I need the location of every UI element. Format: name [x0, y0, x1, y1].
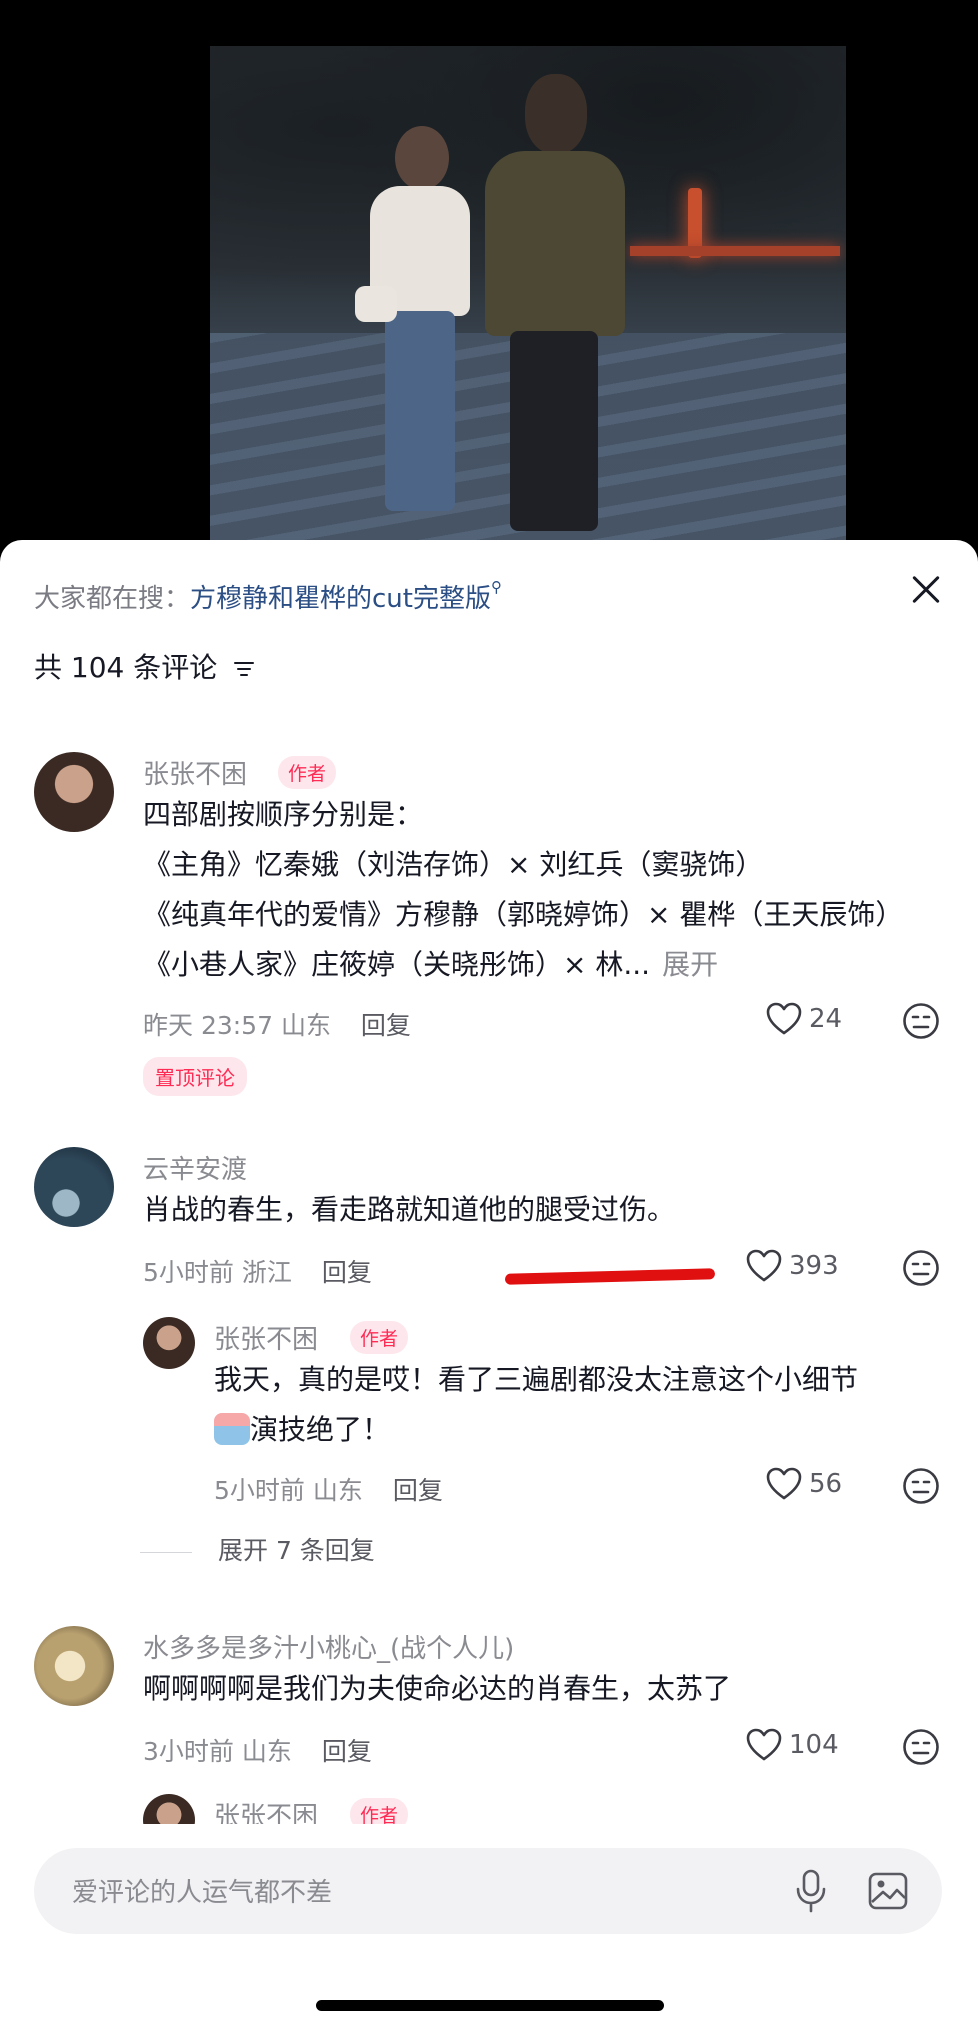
reply-meta: 5小时前 山东 回复 [214, 1471, 443, 1507]
comment-meta: 3小时前 山东 回复 [143, 1732, 372, 1768]
author-badge: 作者 [350, 1321, 409, 1354]
reply-button[interactable]: 回复 [393, 1476, 443, 1505]
reply-text-line: 我天，真的是哎！看了三遍剧都没太注意这个小细节 [214, 1363, 859, 1396]
comment-author[interactable]: 张张不困 [143, 754, 247, 791]
man-head [525, 74, 587, 154]
comment-sheet: 大家都在搜：方穆静和瞿桦的cut完整版⚲ 共 104 条评论 张张不困 作者 四… [0, 540, 978, 2028]
comment-text-line: 《主角》忆秦娥（刘浩存饰）× 刘红兵（窦骁饰） [143, 848, 764, 881]
comment-text: 肖战的春生，看走路就知道他的腿受过伤。 [143, 1193, 676, 1226]
like-button[interactable]: 393 [745, 1249, 839, 1283]
search-suggestion-query[interactable]: 方穆静和瞿桦的cut完整版 [190, 584, 491, 614]
expand-replies-button[interactable]: 展开 7 条回复 [140, 1531, 375, 1567]
comment-author[interactable]: 水多多是多汁小桃心_(战个人儿) [143, 1628, 514, 1665]
reply-time: 5小时前 [214, 1476, 305, 1505]
comment-meta: 5小时前 浙江 回复 [143, 1253, 372, 1289]
emoji-react-icon[interactable] [902, 1249, 940, 1287]
author-badge: 作者 [278, 756, 337, 789]
emoji-react-icon[interactable] [902, 1728, 940, 1766]
heart-icon [766, 1467, 802, 1500]
home-indicator[interactable] [316, 2000, 664, 2011]
reply-avatar[interactable] [143, 1794, 195, 1824]
comment-time: 昨天 23:57 [143, 1011, 273, 1040]
heart-icon [766, 1002, 802, 1035]
search-suggestion[interactable]: 大家都在搜：方穆静和瞿桦的cut完整版⚲ [34, 578, 502, 615]
comment-author[interactable]: 云辛安渡 [143, 1149, 247, 1186]
comment-count[interactable]: 共 104 条评论 [34, 646, 256, 686]
comment-location: 浙江 [241, 1258, 292, 1287]
comment-input[interactable]: 爱评论的人运气都不差 [34, 1848, 942, 1934]
sort-icon[interactable] [234, 660, 256, 678]
comment-text-line: 《纯真年代的爱情》方穆静（郭晓婷饰）× 瞿桦（王天辰饰） [143, 898, 904, 931]
like-count: 56 [809, 1469, 843, 1499]
reply-text-line: 演技绝了！ [214, 1405, 390, 1455]
reply-text: 演技绝了！ [250, 1413, 391, 1446]
video-frame [210, 46, 846, 540]
comment-text-truncated: 《小巷人家》庄筱婷（关晓彤饰）× 林... [143, 948, 651, 981]
heart-icon [746, 1249, 782, 1282]
video-light-bar [630, 246, 840, 256]
like-count: 24 [809, 1004, 843, 1034]
comment-text: 啊啊啊啊是我们为夫使命必达的肖春生，太苏了 [143, 1672, 732, 1705]
comment-input-placeholder: 爱评论的人运气都不差 [72, 1878, 333, 1908]
woman-head [395, 126, 449, 190]
next-reply-partial: 张张不困 作者 [0, 1794, 978, 1824]
like-button[interactable]: 104 [745, 1728, 839, 1762]
comment-time: 5小时前 [143, 1258, 234, 1287]
comment-location: 山东 [241, 1737, 292, 1766]
like-count: 393 [789, 1251, 839, 1281]
avatar[interactable] [34, 1626, 114, 1706]
expand-link[interactable]: 展开 [662, 948, 718, 981]
image-icon[interactable] [868, 1872, 908, 1910]
search-suggestion-prefix: 大家都在搜： [34, 584, 191, 614]
comment-time: 3小时前 [143, 1737, 234, 1766]
emoji-react-icon[interactable] [902, 1002, 940, 1040]
man-legs [510, 331, 598, 531]
like-count: 104 [789, 1730, 839, 1760]
close-icon[interactable] [906, 570, 946, 610]
sticker-icon [214, 1413, 250, 1445]
man-figure [485, 151, 625, 336]
avatar[interactable] [34, 1147, 114, 1227]
like-button[interactable]: 24 [765, 1002, 842, 1036]
emoji-react-icon[interactable] [902, 1467, 940, 1505]
avatar[interactable] [34, 752, 114, 832]
pinned-badge: 置顶评论 [143, 1057, 247, 1096]
like-button[interactable]: 56 [765, 1467, 842, 1501]
reply-button[interactable]: 回复 [322, 1258, 372, 1287]
reply-author[interactable]: 张张不困 [214, 1796, 318, 1824]
comment-count-label: 共 104 条评论 [34, 651, 218, 684]
microphone-icon[interactable] [794, 1868, 828, 1914]
reply-button[interactable]: 回复 [361, 1011, 411, 1040]
comment-text-line: 四部剧按顺序分别是： [143, 798, 424, 831]
author-badge: 作者 [350, 1798, 409, 1824]
comment-location: 山东 [280, 1011, 331, 1040]
comment-text-line: 《小巷人家》庄筱婷（关晓彤饰）× 林... 展开 [143, 940, 718, 990]
handbag [355, 286, 397, 322]
reply-button[interactable]: 回复 [322, 1737, 372, 1766]
heart-icon [746, 1728, 782, 1761]
search-icon: ⚲ [490, 578, 502, 596]
woman-legs [385, 311, 455, 511]
comment-meta: 昨天 23:57 山东 回复 [143, 1006, 411, 1042]
video-player[interactable] [0, 0, 978, 560]
reply-author[interactable]: 张张不困 [214, 1319, 318, 1356]
reply-avatar[interactable] [143, 1317, 195, 1369]
reply-location: 山东 [312, 1476, 363, 1505]
